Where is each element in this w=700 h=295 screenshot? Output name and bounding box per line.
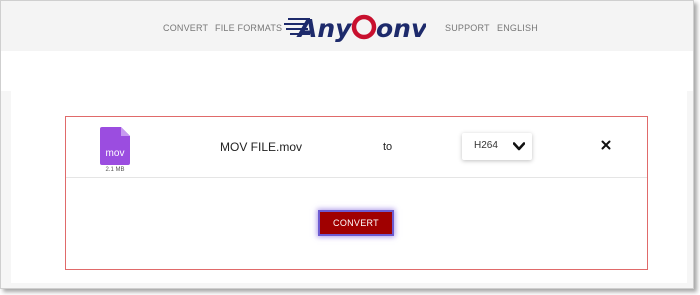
to-label: to	[383, 141, 393, 153]
logo-text-any: Any	[296, 14, 353, 43]
file-name: MOV FILE.mov	[220, 140, 303, 154]
nav-support[interactable]: SUPPORT	[445, 23, 490, 33]
target-format-select[interactable]: H264	[462, 133, 532, 160]
logo-text-onv: onv	[376, 14, 426, 43]
site-header: CONVERT FILE FORMATS Any onv SUPPORT ENG…	[1, 1, 693, 51]
nav-convert[interactable]: CONVERT	[163, 23, 208, 33]
chevron-down-icon	[513, 142, 525, 151]
file-size: 2.1 MB	[105, 167, 125, 173]
selected-format: H264	[474, 140, 498, 151]
converter-panel: mov 2.1 MB MOV FILE.mov to H264 CONVERT	[65, 116, 648, 270]
file-row: mov 2.1 MB MOV FILE.mov to H264	[66, 117, 647, 178]
file-icon	[100, 127, 130, 165]
header-spacer	[1, 51, 693, 91]
nav-file-formats[interactable]: FILE FORMATS	[215, 23, 282, 33]
convert-button[interactable]: CONVERT	[318, 210, 394, 236]
file-extension-label: mov	[105, 148, 125, 159]
nav-english[interactable]: ENGLISH	[497, 23, 538, 33]
close-icon[interactable]	[599, 138, 613, 152]
anyconv-logo[interactable]: Any onv	[284, 9, 426, 43]
